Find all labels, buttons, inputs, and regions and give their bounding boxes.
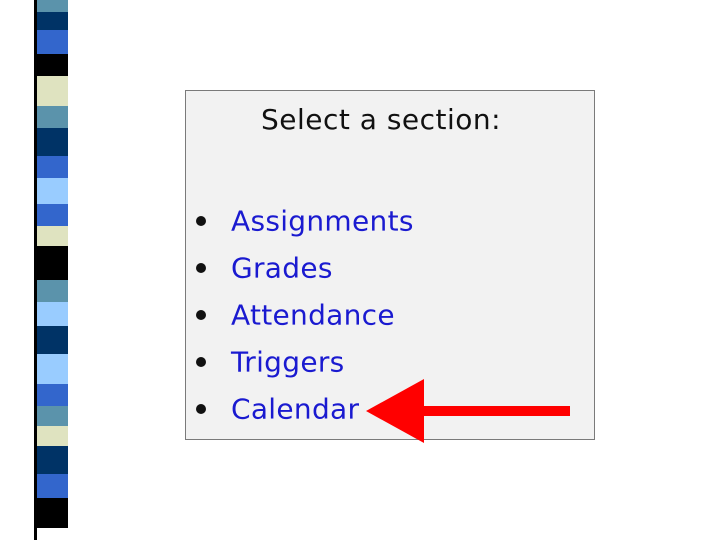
bullet-icon	[196, 403, 206, 414]
section-select-panel: Select a section: Assignments Grades Att…	[185, 90, 595, 443]
stripe-block	[34, 226, 68, 246]
bullet-icon	[196, 309, 206, 320]
stripe-block	[34, 406, 68, 426]
red-arrow-icon	[366, 379, 570, 443]
stripe-block	[34, 178, 68, 204]
stripe-block	[34, 0, 68, 12]
calendar-link[interactable]: Calendar	[231, 392, 359, 425]
assignments-link[interactable]: Assignments	[231, 204, 414, 237]
stripe-block	[34, 280, 68, 302]
stripe-block	[34, 384, 68, 406]
stripe-block	[34, 446, 68, 474]
stripe-edge	[34, 0, 37, 540]
stripe-block	[34, 204, 68, 226]
stripe-block	[34, 54, 68, 76]
grades-link[interactable]: Grades	[231, 251, 333, 284]
stripe-block	[34, 12, 68, 30]
stripe-block	[34, 474, 68, 498]
stripe-block	[34, 246, 68, 280]
stripe-block	[34, 106, 68, 128]
arrow-shaft	[418, 406, 570, 416]
stripe-block	[34, 30, 68, 54]
stripe-block	[34, 128, 68, 156]
attendance-link[interactable]: Attendance	[231, 298, 395, 331]
stripe-block	[34, 354, 68, 384]
triggers-link[interactable]: Triggers	[231, 345, 345, 378]
stripe-block	[34, 498, 68, 528]
stripe-block	[34, 156, 68, 178]
bullet-icon	[196, 262, 206, 273]
stripe-block	[34, 302, 68, 326]
decorative-stripe-bar	[34, 0, 68, 540]
stripe-block	[34, 426, 68, 446]
bullet-icon	[196, 215, 206, 226]
stripe-block	[34, 76, 68, 106]
arrow-head	[366, 379, 424, 443]
bullet-icon	[196, 356, 206, 367]
stripe-block	[34, 326, 68, 354]
panel-title: Select a section:	[261, 103, 502, 136]
